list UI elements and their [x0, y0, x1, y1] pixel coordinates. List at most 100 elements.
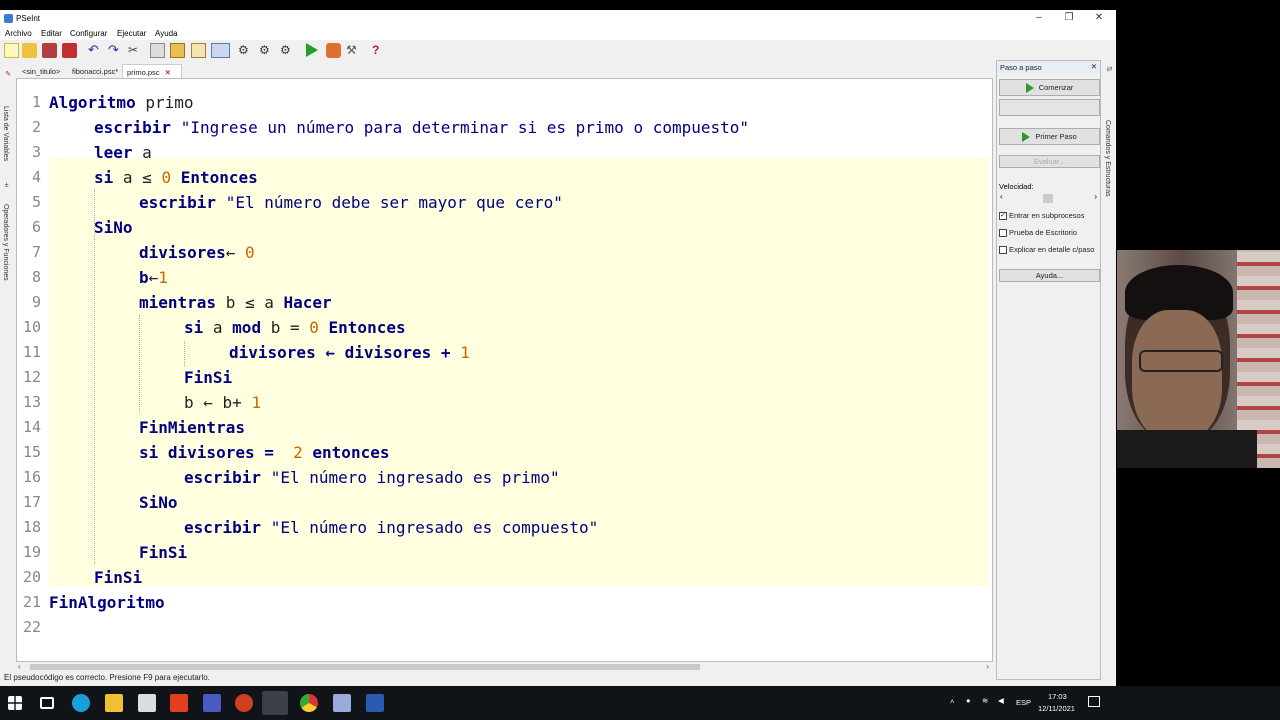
chk-explain[interactable]: Explicar en detalle c/paso: [999, 245, 1095, 255]
indent-icon[interactable]: [191, 43, 206, 58]
chrome-icon[interactable]: [300, 694, 318, 712]
file-explorer-icon[interactable]: [105, 694, 123, 712]
panel-title: Paso a paso: [1000, 63, 1042, 72]
start-icon[interactable]: [8, 696, 22, 710]
variables-tab[interactable]: Lista de Variables: [2, 106, 9, 161]
close-tab-icon[interactable]: ✕: [165, 68, 171, 77]
open-folder-icon[interactable]: [22, 43, 37, 58]
play-icon: [1022, 132, 1031, 143]
language-indicator[interactable]: ESP: [1016, 698, 1031, 707]
chk-subprocess-label: Entrar en subprocesos: [1009, 211, 1085, 220]
code-line: 20 FinSi: [22, 568, 143, 587]
office-icon[interactable]: [170, 694, 188, 712]
notifications-icon[interactable]: [1088, 696, 1100, 707]
left-side-panel: ✎ Lista de Variables ± Operadores y Func…: [0, 64, 14, 304]
help-button[interactable]: Ayuda...: [999, 269, 1100, 282]
chk-subprocess[interactable]: ✓ Entrar en subprocesos: [999, 211, 1085, 221]
code-line: 13 b ← b+ 1: [22, 393, 262, 412]
minimize-button[interactable]: –: [1024, 12, 1054, 25]
menu-ejecutar[interactable]: Ejecutar: [117, 29, 146, 38]
menu-configurar[interactable]: Configurar: [70, 29, 107, 38]
chevron-up-icon[interactable]: ˄: [950, 697, 954, 706]
copy-icon[interactable]: [150, 43, 165, 58]
menu-archivo[interactable]: Archivo: [5, 29, 32, 38]
pseint-window: PSeInt – ❐ ✕ Archivo Editar Configurar E…: [0, 10, 1116, 686]
first-step-label: Primer Paso: [1035, 132, 1077, 141]
word-icon[interactable]: [366, 694, 384, 712]
code-line: 22: [22, 618, 41, 636]
step-by-step-panel: Paso a paso ✕ Comenzar Primer Paso Evalua…: [996, 60, 1101, 680]
step-icon[interactable]: [326, 43, 341, 58]
help-icon[interactable]: ?: [372, 43, 387, 58]
clock-time[interactable]: 17:03: [1048, 692, 1067, 701]
chk-desk-test[interactable]: Prueba de Escritorio: [999, 228, 1077, 238]
panel-header: Paso a paso ✕: [997, 61, 1100, 73]
find-icon[interactable]: ⚙: [238, 43, 253, 58]
play-icon: [1025, 83, 1034, 94]
edge-icon[interactable]: [72, 694, 90, 712]
save-icon[interactable]: [42, 43, 57, 58]
wifi-icon[interactable]: ≋: [982, 696, 988, 705]
task-view-icon[interactable]: [40, 697, 54, 709]
checkbox-icon[interactable]: [999, 229, 1007, 238]
close-window-button[interactable]: ✕: [1084, 12, 1114, 25]
operators-tab[interactable]: Operadores y Funciones: [2, 204, 9, 281]
toolbar: ↶ ↷ ✂ ⚙ ⚙ ⚙ ⚒ ?: [0, 40, 1116, 62]
checkbox-checked-icon[interactable]: ✓: [999, 212, 1007, 221]
find-next-icon[interactable]: ⚙: [259, 43, 274, 58]
paste-icon[interactable]: [170, 43, 185, 58]
code-line: 5 escribir "El número debe ser mayor que …: [31, 193, 563, 212]
code-editor[interactable]: 1 Algoritmo primo 2 escribir "Ingrese un n…: [16, 78, 993, 662]
variables-icon: ✎: [4, 70, 11, 78]
panel-close-icon[interactable]: ✕: [1091, 62, 1097, 71]
speed-left-icon[interactable]: ‹: [1000, 192, 1003, 201]
chk-desk-label: Prueba de Escritorio: [1009, 228, 1077, 237]
new-file-icon[interactable]: [4, 43, 19, 58]
undo-icon[interactable]: ↶: [88, 43, 103, 58]
code-line: 18 escribir "El número ingresado es compu…: [22, 518, 599, 537]
replace-icon[interactable]: ⚙: [280, 43, 295, 58]
start-button[interactable]: Comenzar: [999, 79, 1100, 96]
store-icon[interactable]: [138, 694, 156, 712]
menu-bar: Archivo Editar Configurar Ejecutar Ayuda: [0, 27, 1116, 40]
evaluate-button[interactable]: Evaluar...: [999, 155, 1100, 168]
microphone-icon[interactable]: ●: [966, 696, 971, 705]
speed-thumb[interactable]: [1043, 194, 1053, 203]
teams-icon[interactable]: [203, 694, 221, 712]
window-title: PSeInt: [16, 14, 41, 23]
restore-button[interactable]: ❐: [1054, 12, 1084, 25]
powerpoint-icon[interactable]: [235, 694, 253, 712]
tab-fibonacci[interactable]: fibonacci.psc*: [68, 64, 122, 78]
redo-icon[interactable]: ↷: [108, 43, 123, 58]
code-line: 14 FinMientras: [22, 418, 245, 437]
first-step-button[interactable]: Primer Paso: [999, 128, 1100, 145]
code-line: 6 SiNo: [31, 218, 133, 237]
code-line: 17 SiNo: [22, 493, 178, 512]
speed-right-icon[interactable]: ›: [1094, 192, 1097, 201]
tab-sin-titulo[interactable]: <sin_titulo>: [18, 64, 64, 78]
commands-icon: ⇅: [1105, 66, 1112, 72]
code-line: 7 divisores← 0: [31, 243, 255, 262]
volume-icon[interactable]: ◀: [998, 696, 1004, 705]
code-line: 8 b←1: [31, 268, 168, 287]
speed-slider[interactable]: ‹ ›: [999, 192, 1099, 203]
code-line: 19 FinSi: [22, 543, 188, 562]
save-as-icon[interactable]: [62, 43, 77, 58]
commands-tab[interactable]: Comandos y Estructuras: [1104, 120, 1111, 197]
code-line: 4 si a ≤ 0 Entonces: [31, 168, 258, 187]
search-icon[interactable]: [211, 43, 230, 58]
tab-primo[interactable]: primo.psc ✕: [122, 64, 182, 78]
file-tabs: <sin_titulo> fibonacci.psc* primo.psc ✕: [16, 64, 996, 78]
operators-icon: ±: [3, 182, 10, 189]
menu-ayuda[interactable]: Ayuda: [155, 29, 178, 38]
app-icon[interactable]: [333, 694, 351, 712]
run-icon[interactable]: [306, 43, 318, 57]
clock-date[interactable]: 12/11/2021: [1038, 704, 1075, 713]
speed-label: Velocidad:: [999, 182, 1034, 191]
checkbox-icon[interactable]: [999, 246, 1007, 255]
menu-editar[interactable]: Editar: [41, 29, 62, 38]
pseint-taskbar-icon[interactable]: [262, 691, 288, 715]
cut-icon[interactable]: ✂: [128, 43, 143, 58]
flowchart-icon[interactable]: ⚒: [346, 43, 361, 58]
chk-explain-label: Explicar en detalle c/paso: [1009, 245, 1095, 254]
